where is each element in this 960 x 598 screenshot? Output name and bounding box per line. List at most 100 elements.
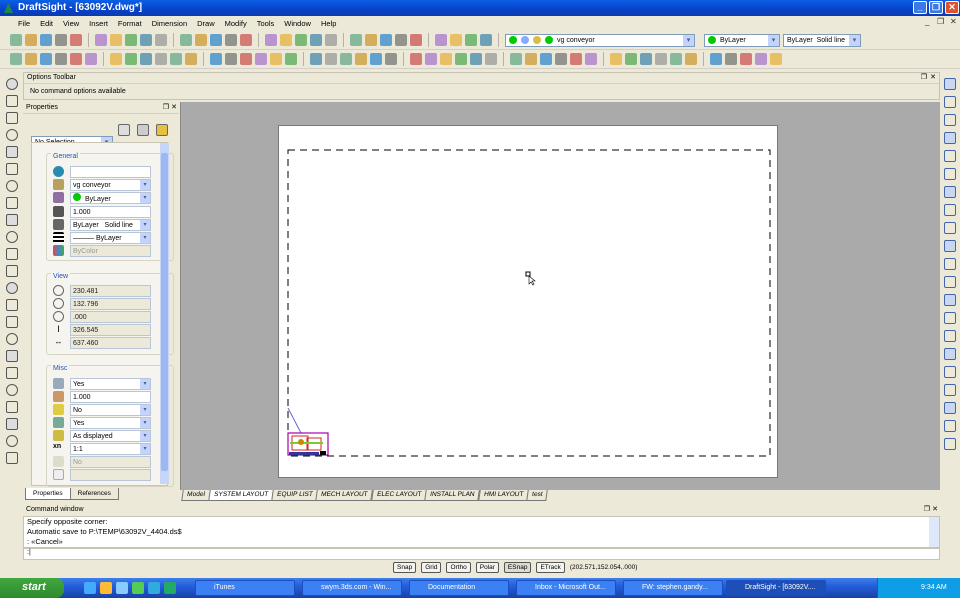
layer-merge-icon[interactable]: [435, 34, 447, 46]
parallel-snap-icon[interactable]: [710, 53, 722, 65]
quadrant-snap-icon[interactable]: [640, 53, 652, 65]
insert-block-icon[interactable]: [470, 53, 482, 65]
menu-format[interactable]: Format: [118, 19, 142, 28]
start-button[interactable]: start: [0, 578, 64, 598]
dim-linear-icon[interactable]: [944, 96, 956, 108]
menu-tools[interactable]: Tools: [257, 19, 275, 28]
node-snap-icon[interactable]: [655, 53, 667, 65]
line-icon[interactable]: [6, 78, 18, 90]
zoom-window-icon[interactable]: [55, 53, 67, 65]
scale-factor-field[interactable]: 1.000: [70, 390, 151, 403]
close-icon[interactable]: ✕: [930, 73, 936, 81]
layer-stack-icon[interactable]: [365, 34, 377, 46]
standard-scale-dropdown[interactable]: 1:1 ▾: [70, 442, 151, 455]
locked-dropdown[interactable]: No ▾: [70, 403, 151, 416]
layout-tab-system-layout[interactable]: SYSTEM LAYOUT: [207, 490, 274, 501]
dim-arc-icon[interactable]: [944, 222, 956, 234]
zoom-fit-icon[interactable]: [155, 53, 167, 65]
shade-plot-dropdown[interactable]: As displayed ▾: [70, 429, 151, 442]
menu-draw[interactable]: Draw: [197, 19, 215, 28]
zoom-dynamic-icon[interactable]: [85, 53, 97, 65]
sheet-icon[interactable]: [6, 435, 18, 447]
layer-restore-icon[interactable]: [465, 34, 477, 46]
dim-update-icon[interactable]: [944, 366, 956, 378]
extension-snap-icon[interactable]: [755, 53, 767, 65]
tab-references[interactable]: References: [69, 488, 119, 500]
add-block-icon[interactable]: [6, 282, 18, 294]
arc-icon[interactable]: [6, 146, 18, 158]
taskbar-item[interactable]: Inbox - Microsoft Out...: [516, 580, 616, 596]
print-preview-icon[interactable]: [70, 34, 82, 46]
menu-insert[interactable]: Insert: [89, 19, 108, 28]
layer-state-icon[interactable]: [350, 34, 362, 46]
status-etrack-button[interactable]: ETrack: [536, 562, 565, 573]
doc-restore-button[interactable]: ❐: [937, 17, 944, 26]
ucs-viewport-dropdown[interactable]: Yes ▾: [70, 416, 151, 429]
zoom-all-icon[interactable]: [140, 53, 152, 65]
tolerance-icon[interactable]: [944, 294, 956, 306]
mirror-icon[interactable]: [210, 53, 222, 65]
taskbar-item[interactable]: iTunes: [195, 580, 295, 596]
doc-close-button[interactable]: ✕: [950, 17, 957, 26]
close-icon[interactable]: ✕: [171, 103, 177, 111]
layer-freeze-icon[interactable]: [295, 34, 307, 46]
layer-check-icon[interactable]: [395, 34, 407, 46]
dim-angular-icon[interactable]: [944, 168, 956, 180]
xref-icon[interactable]: [6, 367, 18, 379]
linestyle-dropdown[interactable]: ByLayer Solid line ▾: [783, 33, 861, 47]
dim-baseline-icon[interactable]: [944, 114, 956, 126]
layer-match-icon[interactable]: [380, 34, 392, 46]
menu-window[interactable]: Window: [284, 19, 311, 28]
perpendicular-icon[interactable]: [555, 53, 567, 65]
layout-tab-elec-layout[interactable]: ELEC LAYOUT: [371, 490, 427, 501]
layer-prev-icon[interactable]: [325, 34, 337, 46]
save-icon[interactable]: [40, 34, 52, 46]
zoom-in-realtime-icon[interactable]: [25, 53, 37, 65]
menu-file[interactable]: File: [18, 19, 30, 28]
layer-dropdown[interactable]: vg conveyor ▾: [70, 178, 151, 191]
quick-select-icon[interactable]: [137, 124, 149, 136]
table-icon[interactable]: [6, 452, 18, 464]
layout-tab-model[interactable]: Model: [181, 490, 211, 501]
center-snap-icon[interactable]: [625, 53, 637, 65]
layout-tab-equip-list[interactable]: EQUIP LIST: [271, 490, 319, 501]
region-icon[interactable]: [6, 299, 18, 311]
offset-icon[interactable]: [225, 53, 237, 65]
rectangle-icon[interactable]: [6, 129, 18, 141]
paste-icon[interactable]: [125, 34, 137, 46]
layer-tools-icon[interactable]: [480, 34, 492, 46]
freehand-icon[interactable]: [6, 248, 18, 260]
toggle-pickadd-icon[interactable]: [156, 124, 168, 136]
text-icon[interactable]: [410, 53, 422, 65]
drawing-area[interactable]: [180, 102, 940, 490]
pan-icon[interactable]: [195, 34, 207, 46]
scrollbar-thumb[interactable]: [161, 153, 168, 471]
cut-icon[interactable]: [95, 34, 107, 46]
text-icon[interactable]: [6, 333, 18, 345]
erase-icon[interactable]: [170, 53, 182, 65]
taskbar-item[interactable]: Documentation: [409, 580, 509, 596]
zoom-extents-icon[interactable]: [10, 53, 22, 65]
menu-view[interactable]: View: [63, 19, 79, 28]
redo-icon[interactable]: [180, 34, 192, 46]
layer-icon[interactable]: [265, 34, 277, 46]
dim-reassociate-icon[interactable]: [944, 420, 956, 432]
dim-style-icon[interactable]: [944, 330, 956, 342]
scale-icon[interactable]: [285, 53, 297, 65]
attribute-icon[interactable]: [6, 401, 18, 413]
attach-icon[interactable]: [6, 350, 18, 362]
quicklaunch-outlook-icon[interactable]: [100, 582, 112, 594]
line-snap-icon[interactable]: [610, 53, 622, 65]
open-icon[interactable]: [25, 34, 37, 46]
zoom-out-icon[interactable]: [125, 53, 137, 65]
apparent-intersection-icon[interactable]: [740, 53, 752, 65]
layer-dropdown[interactable]: vg conveyor ▾: [505, 33, 695, 47]
copy-entity-icon[interactable]: [185, 53, 197, 65]
insertion-snap-icon[interactable]: [670, 53, 682, 65]
close-button[interactable]: ✕: [945, 1, 959, 14]
layout-tab-mech-layout[interactable]: MECH LAYOUT: [315, 490, 374, 501]
taskbar-item[interactable]: DraftSight - [63092V....: [726, 580, 826, 596]
midpoint-snap-icon[interactable]: [685, 53, 697, 65]
zoom-previous-icon[interactable]: [225, 34, 237, 46]
fillet-icon[interactable]: [325, 53, 337, 65]
